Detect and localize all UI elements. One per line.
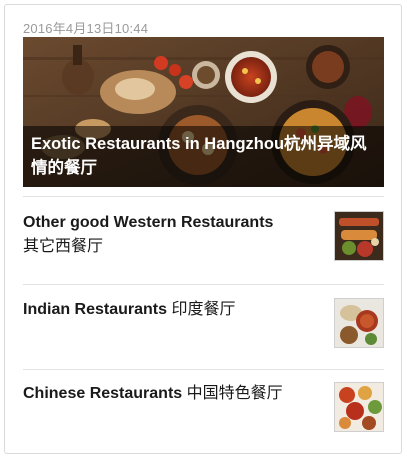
featured-article[interactable]: Exotic Restaurants in Hangzhou杭州异域风情的餐厅	[23, 37, 384, 187]
article-row-indian[interactable]: Indian Restaurants 印度餐厅	[23, 298, 384, 352]
article-row-western[interactable]: Other good Western Restaurants 其它西餐厅	[23, 211, 384, 265]
article-row-chinese[interactable]: Chinese Restaurants 中国特色餐厅	[23, 382, 384, 436]
article-title: Chinese Restaurants 中国特色餐厅	[23, 382, 323, 406]
divider	[23, 284, 384, 285]
article-title-en: Indian Restaurants	[23, 301, 168, 318]
western-food-thumbnail	[334, 211, 384, 261]
article-card: 2016年4月13日10:44 Exotic Restaurants in Ha…	[4, 4, 402, 454]
chinese-food-thumbnail	[334, 382, 384, 432]
article-title-zh: 其它西餐厅	[23, 238, 104, 255]
featured-article-title: Exotic Restaurants in Hangzhou杭州异域风情的餐厅	[23, 126, 384, 187]
article-title-zh: 中国特色餐厅	[186, 385, 283, 402]
article-title-en: Chinese Restaurants	[23, 385, 183, 402]
article-title-en: Other good Western Restaurants	[23, 214, 274, 231]
divider	[23, 196, 384, 197]
article-title-zh: 印度餐厅	[171, 301, 236, 318]
divider	[23, 369, 384, 370]
indian-food-thumbnail	[334, 298, 384, 348]
post-timestamp: 2016年4月13日10:44	[23, 21, 149, 36]
article-title: Indian Restaurants 印度餐厅	[23, 298, 323, 322]
article-title: Other good Western Restaurants 其它西餐厅	[23, 211, 323, 259]
